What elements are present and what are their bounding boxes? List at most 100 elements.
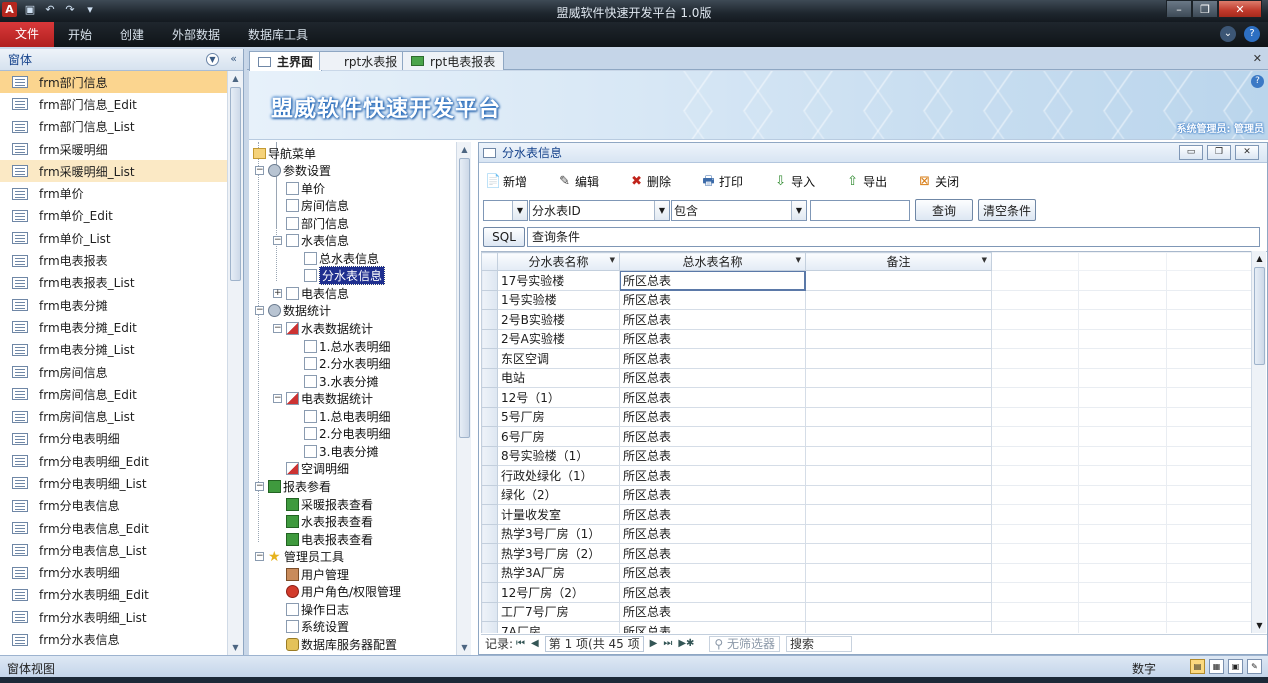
column-header[interactable]: 分水表名称 ▼ (497, 252, 620, 271)
operator-select[interactable]: 包含 ▼ (671, 199, 807, 221)
tree-node[interactable]: − ★ 管理员工具 (255, 549, 344, 565)
logic-select[interactable]: ▼ (483, 199, 528, 221)
column-header[interactable]: 备注 ▼ (805, 252, 992, 271)
edit-button[interactable]: ✎ 编辑 (557, 173, 599, 190)
subform-minimize-button[interactable]: ▭ (1179, 145, 1203, 160)
search-input[interactable]: 搜索 (786, 635, 853, 652)
nav-item[interactable]: frm分电表信息 (0, 495, 228, 517)
new-button[interactable]: 📄 新增 (485, 173, 527, 190)
nav-item[interactable]: frm单价_Edit (0, 205, 228, 227)
previous-record-icon[interactable]: ◀ (531, 638, 539, 649)
table-row[interactable]: 电站 所区总表 (481, 367, 1252, 388)
design-view-icon[interactable]: ✎ (1247, 659, 1262, 674)
tree-node[interactable]: 操作日志 (273, 601, 349, 617)
row-selector[interactable] (481, 523, 498, 544)
nav-scrollbar[interactable]: ▲ ▼ (227, 71, 243, 655)
sql-button[interactable]: SQL (483, 226, 525, 247)
nav-item[interactable]: frm房间信息_Edit (0, 383, 228, 405)
tree-node[interactable]: + 电表信息 (273, 285, 349, 301)
table-cell[interactable] (805, 406, 992, 427)
nav-item[interactable]: frm电表分摊_Edit (0, 316, 228, 338)
row-selector[interactable] (481, 270, 498, 291)
scroll-down-icon[interactable]: ▼ (1252, 618, 1267, 633)
sort-dropdown-icon[interactable]: ▼ (796, 256, 801, 264)
table-cell[interactable]: 8号实验楼（1） (497, 445, 620, 466)
subform-restore-button[interactable]: ❐ (1207, 145, 1231, 160)
sort-dropdown-icon[interactable]: ▼ (982, 256, 987, 264)
table-row[interactable]: 6号厂房 所区总表 (481, 426, 1252, 447)
field-select[interactable]: 分水表ID ▼ (529, 199, 670, 221)
expand-icon[interactable]: + (273, 288, 282, 298)
table-cell[interactable]: 所区总表 (619, 426, 806, 447)
table-cell[interactable]: 所区总表 (619, 445, 806, 466)
table-cell[interactable] (805, 523, 992, 544)
table-row[interactable]: 热学3号厂房（1） 所区总表 (481, 523, 1252, 544)
collapse-icon[interactable]: − (255, 481, 264, 491)
row-selector[interactable] (481, 348, 498, 369)
table-cell[interactable] (805, 426, 992, 447)
layout-view-icon[interactable]: ▣ (1228, 659, 1243, 674)
table-cell[interactable] (805, 465, 992, 486)
subform-close-button[interactable]: ✕ (1235, 145, 1259, 160)
collapse-icon[interactable]: − (255, 166, 264, 176)
tree-node[interactable]: 用户管理 (273, 566, 349, 582)
table-cell[interactable]: 6号厂房 (497, 426, 620, 447)
row-selector[interactable] (481, 582, 498, 603)
row-selector[interactable] (481, 445, 498, 466)
table-row[interactable]: 7A厂房 所区总表 (481, 621, 1252, 633)
scroll-up-icon[interactable]: ▲ (228, 71, 243, 86)
table-cell[interactable]: 所区总表 (619, 484, 806, 505)
nav-item[interactable]: frm分水表明细 (0, 562, 228, 584)
tab-rpt-electric[interactable]: rpt电表报表 (402, 51, 505, 70)
expand-ribbon-icon[interactable]: ⌄ (1220, 26, 1236, 42)
nav-item[interactable]: frm单价_List (0, 227, 228, 249)
table-row[interactable]: 5号厂房 所区总表 (481, 406, 1252, 427)
table-row[interactable]: 计量收发室 所区总表 (481, 504, 1252, 525)
nav-item[interactable]: frm电表分摊_List (0, 339, 228, 361)
table-cell[interactable] (805, 504, 992, 525)
nav-item[interactable]: frm房间信息_List (0, 405, 228, 427)
table-cell[interactable]: 热学3号厂房（1） (497, 523, 620, 544)
table-cell[interactable]: 热学3号厂房（2） (497, 543, 620, 564)
tree-node[interactable]: 1.总水表明细 (291, 338, 390, 354)
tab-rpt-water[interactable]: rpt水表报 (319, 51, 407, 70)
row-selector[interactable] (481, 504, 498, 525)
tree-node[interactable]: 分水表信息 (291, 266, 386, 286)
table-cell[interactable] (805, 309, 992, 330)
nav-item[interactable]: frm电表报表 (0, 249, 228, 271)
tree-node[interactable]: − 报表参看 (255, 478, 331, 494)
table-row[interactable]: 行政处绿化（1） 所区总表 (481, 465, 1252, 486)
tree-node[interactable]: 系统设置 (273, 619, 349, 635)
tree-node[interactable]: 3.水表分摊 (291, 373, 378, 389)
tree-node[interactable]: 房间信息 (273, 198, 349, 214)
collapse-icon[interactable]: − (273, 236, 282, 246)
table-cell[interactable]: 电站 (497, 367, 620, 388)
scroll-up-icon[interactable]: ▲ (1252, 251, 1267, 266)
table-row[interactable]: 2号B实验楼 所区总表 (481, 309, 1252, 330)
table-cell[interactable]: 热学3A厂房 (497, 562, 620, 583)
tree-node[interactable]: 数据库服务器配置 (273, 636, 397, 652)
table-cell[interactable]: 所区总表 (619, 543, 806, 564)
minimize-button[interactable]: – (1166, 0, 1192, 18)
tree-node[interactable]: − 参数设置 (255, 163, 331, 179)
table-cell[interactable]: 1号实验楼 (497, 289, 620, 310)
table-cell[interactable]: 所区总表 (619, 601, 806, 622)
tree-scroll-thumb[interactable] (459, 158, 470, 438)
tree-node[interactable]: 3.电表分摊 (291, 443, 378, 459)
table-cell[interactable] (805, 367, 992, 388)
first-record-icon[interactable]: ⏮ (516, 638, 525, 649)
next-record-icon[interactable]: ▶ (650, 638, 658, 649)
tree-node[interactable]: − 水表数据统计 (273, 321, 373, 337)
table-cell[interactable]: 7A厂房 (497, 621, 620, 633)
import-button[interactable]: ⇩ 导入 (773, 173, 815, 190)
table-cell[interactable]: 所区总表 (619, 406, 806, 427)
filter-value-input[interactable] (810, 199, 910, 221)
datasheet-scrollbar[interactable]: ▲ ▼ (1251, 251, 1266, 633)
close-tab-icon[interactable]: ✕ (1253, 52, 1262, 65)
table-cell[interactable] (805, 484, 992, 505)
table-cell[interactable] (805, 601, 992, 622)
maximize-button[interactable]: ❐ (1192, 0, 1218, 18)
tree-node[interactable]: 采暖报表查看 (273, 496, 373, 512)
row-selector[interactable] (481, 621, 498, 633)
help-icon[interactable]: ? (1244, 26, 1260, 42)
